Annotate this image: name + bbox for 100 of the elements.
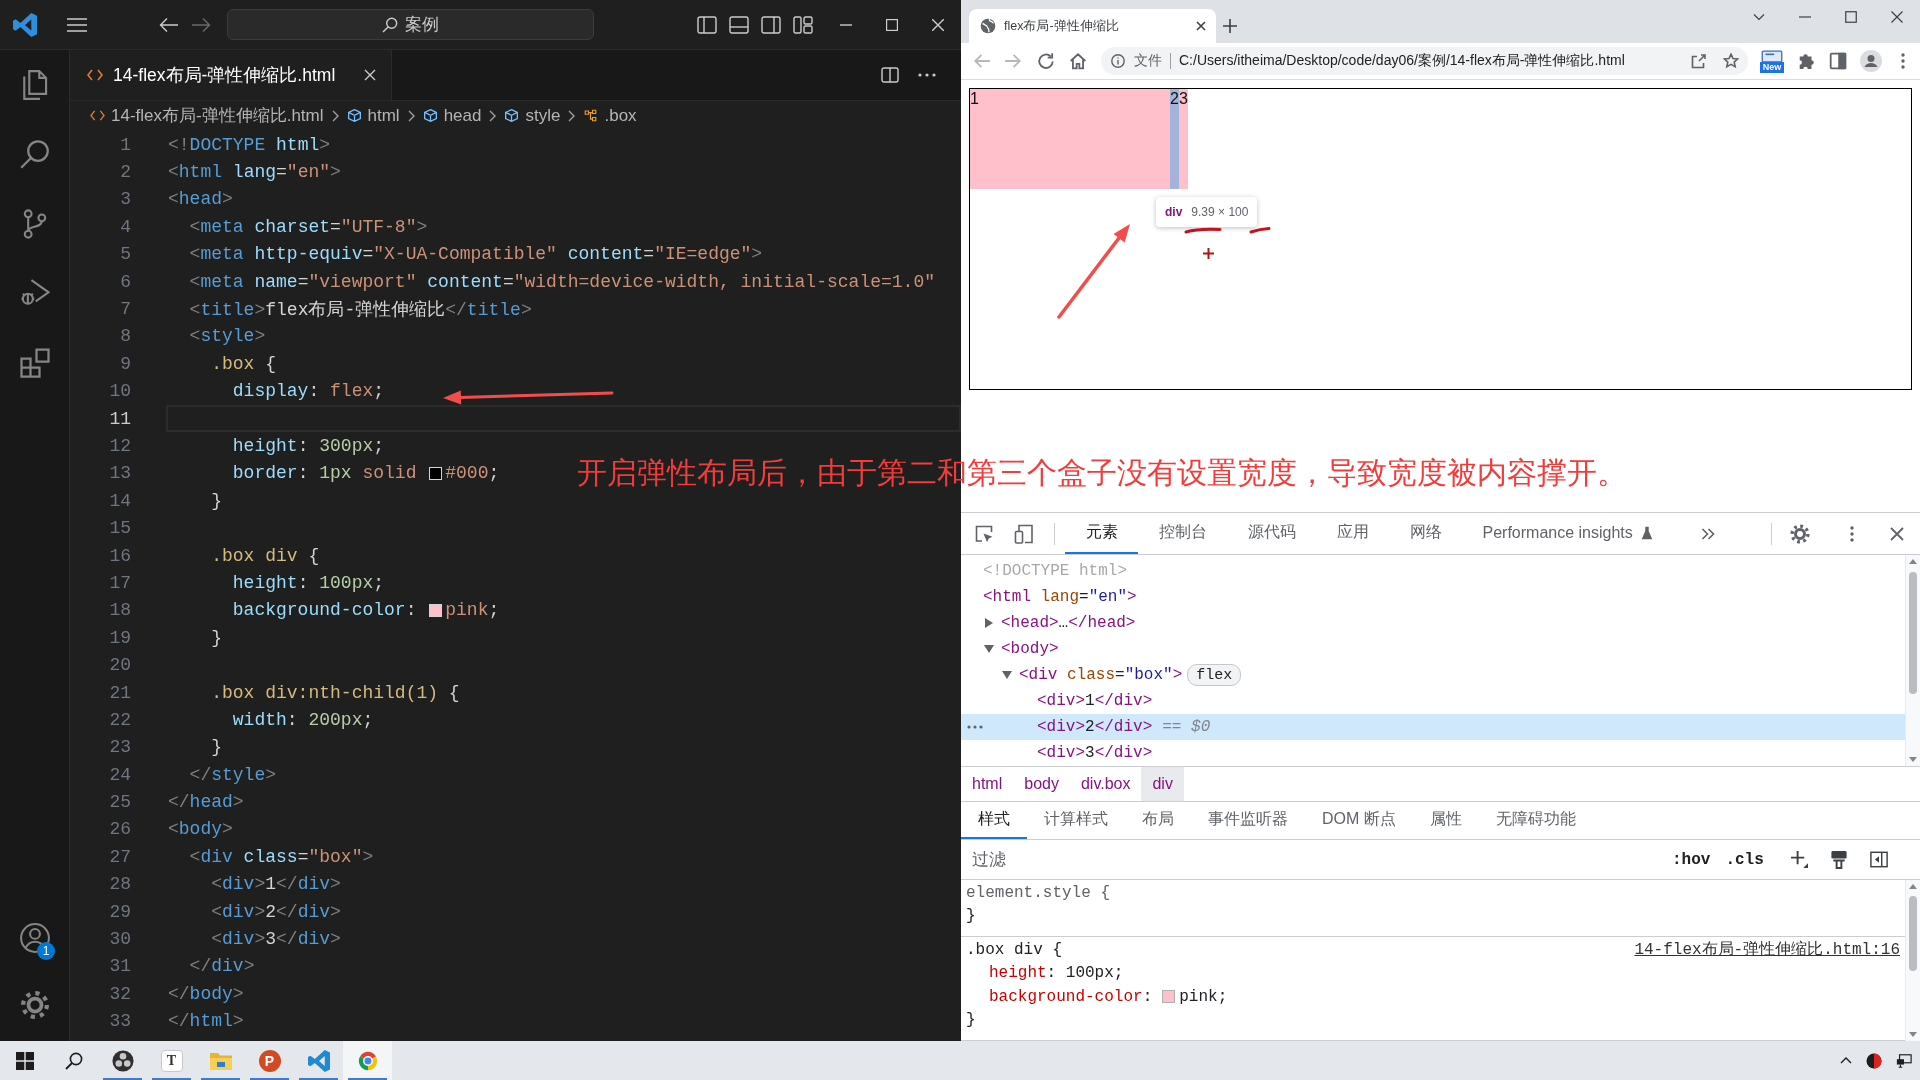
dom-tree-item[interactable]: <div>2</div> == $0 xyxy=(961,714,1905,740)
line-number: 27 xyxy=(108,845,131,869)
account-icon[interactable] xyxy=(19,922,50,953)
breadcrumb-item[interactable]: .box xyxy=(583,105,637,126)
windows-logo-icon[interactable] xyxy=(15,1051,34,1070)
breadcrumb-item[interactable]: style xyxy=(504,105,561,126)
new-rule-plus-icon[interactable] xyxy=(1790,851,1808,868)
layout-grid-icon[interactable] xyxy=(793,15,813,34)
command-center-button[interactable]: 案例 xyxy=(227,9,594,40)
new-tab-plus-icon[interactable] xyxy=(1223,19,1237,33)
taskbar-button[interactable]: T xyxy=(147,1041,196,1080)
back-arrow-icon[interactable] xyxy=(159,16,179,33)
devtools-tab[interactable]: 元素 xyxy=(1065,513,1138,554)
styles-tab[interactable]: DOM 断点 xyxy=(1305,802,1413,839)
collapsed-triangle-icon[interactable] xyxy=(984,618,994,628)
dom-tree-item[interactable]: <div>3</div> xyxy=(961,740,1905,766)
paint-brush-icon[interactable] xyxy=(1829,850,1848,869)
code-text: <head> xyxy=(168,189,233,210)
devtools-tab[interactable]: 源代码 xyxy=(1227,513,1316,554)
scroll-down-arrow-icon[interactable] xyxy=(1909,1032,1917,1037)
line-number: 17 xyxy=(108,571,131,595)
scroll-up-arrow-icon[interactable] xyxy=(1909,884,1917,889)
puzzle-piece-icon[interactable] xyxy=(1798,52,1816,70)
breadcrumb-item[interactable]: html xyxy=(346,105,400,126)
secondary-sidebar-layout-icon[interactable] xyxy=(761,15,781,34)
color-swatch-icon[interactable] xyxy=(429,466,443,480)
scroll-up-arrow-icon[interactable] xyxy=(1909,559,1917,564)
menu-icon[interactable] xyxy=(67,17,87,32)
dom-tree-item[interactable]: <html lang="en"> xyxy=(961,584,1905,610)
dom-tree-item[interactable]: <body> xyxy=(961,636,1905,662)
color-swatch-icon[interactable] xyxy=(429,603,443,617)
devtools-tab[interactable]: 应用 xyxy=(1316,513,1389,554)
scroll-down-arrow-icon[interactable] xyxy=(1909,757,1917,762)
info-icon[interactable] xyxy=(1111,54,1125,68)
network-monitor-icon[interactable] xyxy=(1896,1052,1912,1069)
line-number: 10 xyxy=(108,380,131,404)
styles-tab[interactable]: 样式 xyxy=(961,802,1027,839)
styles-tab[interactable]: 计算样式 xyxy=(1027,802,1125,839)
toggle-button[interactable]: :hov xyxy=(1672,850,1711,869)
tray-app-icon[interactable] xyxy=(1866,1052,1882,1069)
maximize-icon[interactable] xyxy=(1845,10,1857,23)
expanded-triangle-icon[interactable] xyxy=(984,644,994,654)
chevron-up-icon[interactable] xyxy=(1840,1057,1852,1064)
browser-tab[interactable]: flex布局-弹性伸缩比 xyxy=(969,9,1216,43)
breadcrumb-item[interactable]: head xyxy=(422,105,482,126)
dom-breadcrumb[interactable]: html xyxy=(961,767,1014,801)
dom-tree-item[interactable]: <div class="box"> flex xyxy=(961,662,1905,688)
dom-breadcrumb[interactable]: div xyxy=(1141,767,1184,801)
extensions-icon[interactable] xyxy=(19,347,50,378)
toggle-button[interactable]: .cls xyxy=(1725,850,1764,869)
chevron-right-icon xyxy=(331,109,339,122)
extension-icon[interactable] xyxy=(1761,50,1783,63)
sidebar-toggle-icon[interactable] xyxy=(1869,850,1888,869)
devtools-tab[interactable]: Performance insights xyxy=(1462,513,1674,554)
home-icon[interactable] xyxy=(1069,52,1087,70)
code-text: <html lang="en"> xyxy=(168,162,341,183)
inspect-element-icon[interactable] xyxy=(974,523,994,544)
more-tabs-chevron-icon[interactable] xyxy=(1701,527,1716,540)
taskbar-button[interactable]: P xyxy=(245,1041,294,1080)
forward-arrow-icon[interactable] xyxy=(191,16,211,33)
scrollbar-thumb[interactable] xyxy=(1909,572,1917,694)
settings-icon[interactable] xyxy=(1790,523,1810,544)
search-icon[interactable] xyxy=(64,1051,83,1070)
styles-tab[interactable]: 事件监听器 xyxy=(1191,802,1305,839)
devtools-tab[interactable]: 控制台 xyxy=(1138,513,1227,554)
address-bar[interactable]: 文件 C:/Users/itheima/Desktop/code/day06/案例/14-flex布局-弹性伸缩比.html xyxy=(1101,47,1748,75)
panel-layout-icon[interactable] xyxy=(729,15,749,34)
share-icon[interactable] xyxy=(1691,53,1707,69)
expanded-triangle-icon[interactable] xyxy=(1002,670,1012,680)
profile-avatar-icon[interactable] xyxy=(1860,50,1882,72)
flex-badge[interactable]: flex xyxy=(1187,664,1242,686)
close-icon[interactable] xyxy=(1196,21,1206,31)
color-swatch-icon[interactable] xyxy=(1162,990,1176,1004)
styles-tab[interactable]: 无障碍功能 xyxy=(1478,802,1593,839)
star-icon[interactable] xyxy=(1723,53,1739,69)
dom-breadcrumb[interactable]: body xyxy=(1013,767,1070,801)
reload-icon[interactable] xyxy=(1037,52,1055,70)
code-text: border: 1px solid xyxy=(231,463,418,484)
settings-icon[interactable] xyxy=(19,989,50,1020)
styles-tab[interactable]: 属性 xyxy=(1412,802,1479,839)
editor-tab[interactable]: 14-flex布局-弹性伸缩比.html xyxy=(70,50,392,100)
styles-tab[interactable]: 布局 xyxy=(1125,802,1191,839)
device-toolbar-icon[interactable] xyxy=(1014,523,1034,544)
dom-breadcrumb[interactable]: div.box xyxy=(1069,767,1142,801)
more-menu-icon[interactable] xyxy=(1850,525,1854,542)
side-panel-icon[interactable] xyxy=(1829,52,1847,70)
more-dots-icon[interactable] xyxy=(967,725,983,729)
more-menu-icon[interactable] xyxy=(1901,53,1905,69)
devtools-tab[interactable]: 网络 xyxy=(1389,513,1462,554)
sidebar-layout-icon[interactable] xyxy=(697,15,717,34)
split-editor-icon[interactable] xyxy=(881,67,899,83)
source-link[interactable]: 14-flex布局-弹性伸缩比.html:16 xyxy=(1634,939,1900,961)
dom-tree-item[interactable]: <head>…</head> xyxy=(961,610,1905,636)
scrollbar-thumb[interactable] xyxy=(1909,896,1917,971)
minimize-icon[interactable] xyxy=(1799,15,1811,18)
close-icon[interactable] xyxy=(1891,10,1903,23)
close-icon[interactable] xyxy=(1890,526,1904,541)
breadcrumb-item[interactable]: 14-flex布局-弹性伸缩比.html xyxy=(90,104,324,127)
dom-tree-item[interactable]: <div>1</div> xyxy=(961,688,1905,714)
more-actions-icon[interactable] xyxy=(918,73,936,77)
